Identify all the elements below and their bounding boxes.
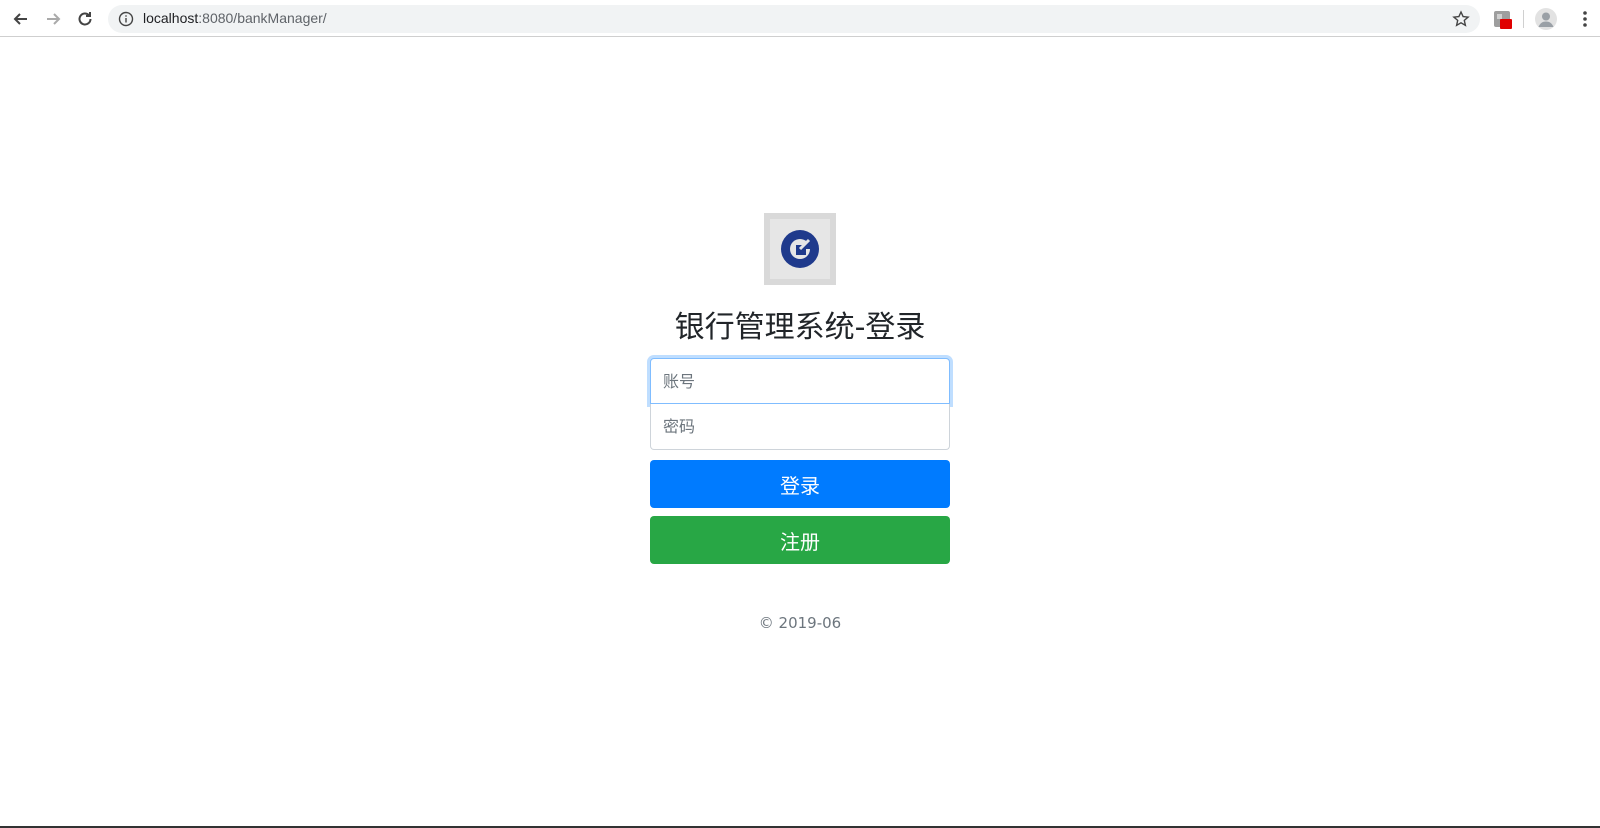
copyright-text: © 2019-06	[758, 614, 842, 632]
bookmark-star-icon[interactable]	[1452, 10, 1470, 28]
menu-kebab-icon[interactable]	[1577, 9, 1593, 29]
info-icon[interactable]	[118, 11, 134, 27]
toolbar-separator	[1523, 10, 1524, 28]
forward-arrow-icon	[47, 13, 61, 25]
profile-avatar[interactable]	[1535, 8, 1557, 30]
url-path: :8080/bankManager/	[198, 10, 327, 26]
address-bar[interactable]: localhost:8080/bankManager/	[108, 5, 1480, 33]
password-input[interactable]	[650, 404, 950, 450]
reload-button[interactable]	[72, 6, 98, 32]
page-title: 银行管理系统-登录	[674, 310, 926, 345]
url-host: localhost	[143, 10, 199, 26]
bank-logo	[764, 213, 836, 285]
reload-icon	[78, 12, 92, 26]
forward-button[interactable]	[40, 6, 66, 32]
url-text[interactable]: localhost:8080/bankManager/	[143, 10, 327, 26]
back-arrow-icon	[13, 13, 27, 25]
back-button[interactable]	[8, 6, 34, 32]
account-input[interactable]	[650, 358, 950, 404]
browser-toolbar: localhost:8080/bankManager/	[0, 0, 1600, 37]
login-button[interactable]: 登录	[650, 460, 950, 508]
bank-logo-icon	[781, 230, 819, 268]
user-icon	[1538, 12, 1554, 27]
extension-badge	[1500, 19, 1512, 29]
register-button[interactable]: 注册	[650, 516, 950, 564]
